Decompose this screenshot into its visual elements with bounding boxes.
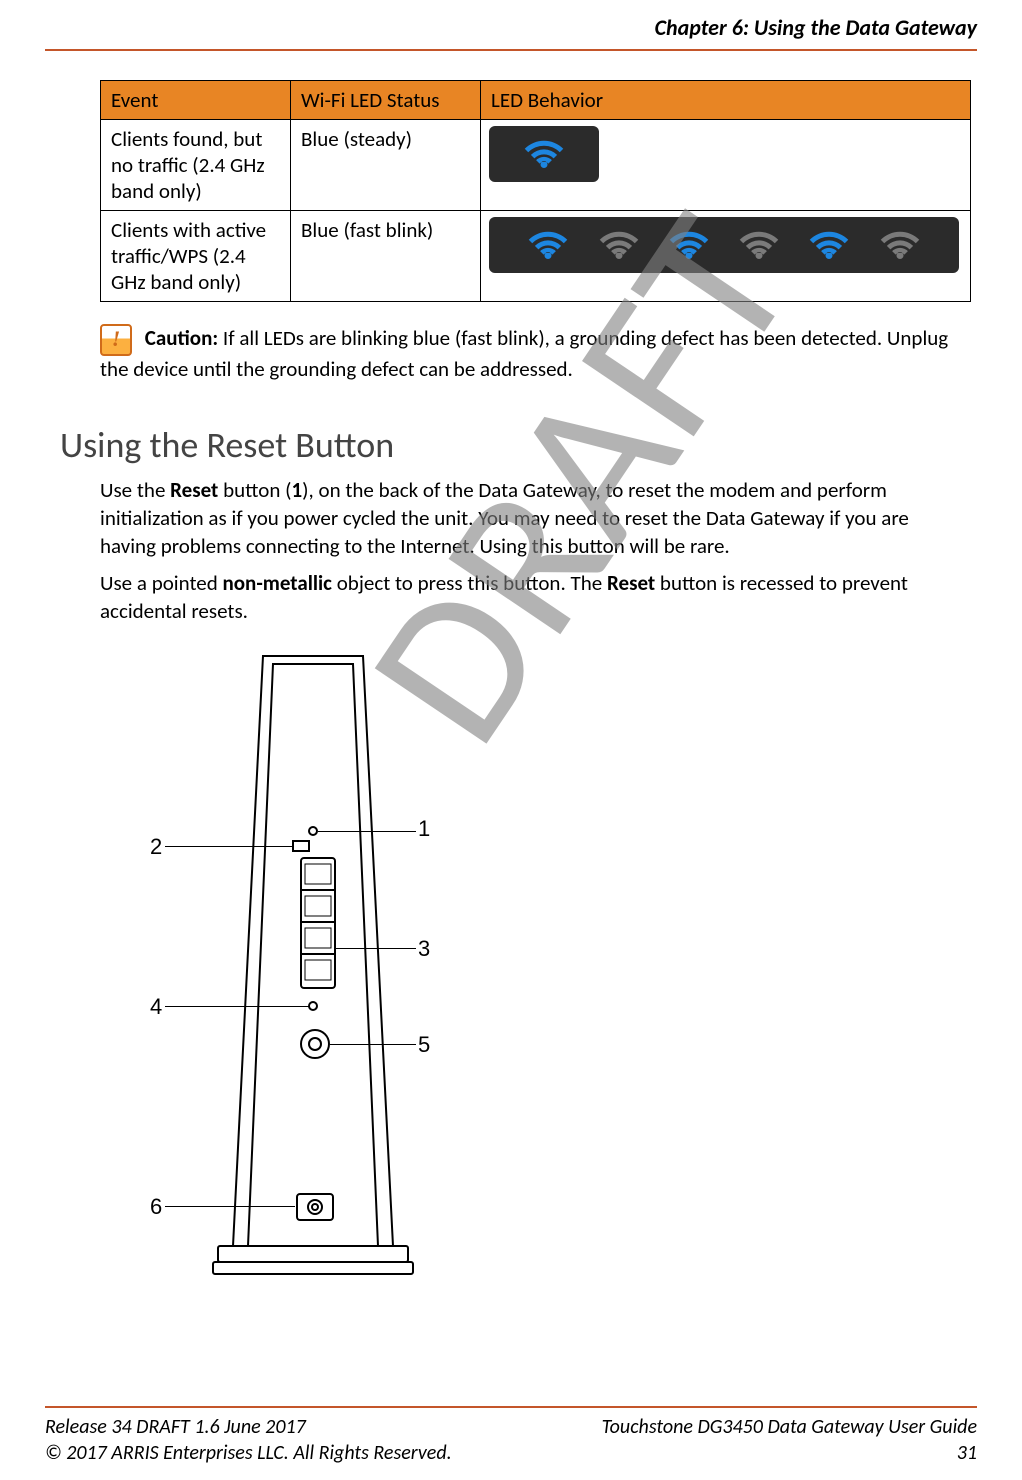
page: Chapter 6: Using the Data Gateway Event …	[0, 0, 1022, 1480]
callout-line	[165, 1206, 295, 1207]
callout-1: 1	[418, 816, 430, 842]
th-behavior: LED Behavior	[481, 81, 971, 120]
caution-text: If all LEDs are blinking blue (fast blin…	[100, 325, 948, 382]
cell-event: Clients with active traffic/WPS (2.4 GHz…	[101, 211, 291, 302]
footer-rule	[45, 1406, 977, 1408]
caution-block: ! Caution: If all LEDs are blinking blue…	[100, 324, 970, 383]
bold-text: non-metallic	[223, 570, 332, 596]
callout-4: 4	[150, 994, 162, 1020]
header-rule	[45, 49, 977, 51]
bold-text: Reset	[607, 570, 655, 596]
cell-status: Blue (steady)	[291, 120, 481, 211]
section-heading: Using the Reset Button	[60, 423, 977, 467]
led-status-table: Event Wi-Fi LED Status LED Behavior Clie…	[100, 80, 971, 302]
wifi-icon	[808, 227, 850, 263]
paragraph-1: Use the Reset button (1), on the back of…	[100, 477, 922, 560]
page-header: Chapter 6: Using the Data Gateway	[0, 0, 1022, 49]
page-content: Event Wi-Fi LED Status LED Behavior Clie…	[0, 80, 1022, 1286]
device-illustration: 1 2 3 4 5 6	[143, 646, 493, 1286]
callout-6: 6	[150, 1194, 162, 1220]
cell-event: Clients found, but no traffic (2.4 GHz b…	[101, 120, 291, 211]
callout-2: 2	[150, 834, 162, 860]
text: object to press this button. The	[332, 570, 607, 596]
wifi-icon	[527, 227, 569, 263]
th-status: Wi-Fi LED Status	[291, 81, 481, 120]
wifi-panel-steady	[489, 126, 599, 182]
chapter-title: Chapter 6: Using the Data Gateway	[655, 14, 977, 41]
text: Use a pointed	[100, 570, 223, 596]
cell-status: Blue (fast blink)	[291, 211, 481, 302]
table-row: Clients found, but no traffic (2.4 GHz b…	[101, 120, 971, 211]
paragraph-2: Use a pointed non-metallic object to pre…	[100, 570, 922, 625]
table-header-row: Event Wi-Fi LED Status LED Behavior	[101, 81, 971, 120]
page-footer: Release 34 DRAFT 1.6 June 2017 © 2017 AR…	[45, 1414, 977, 1466]
text: Use the	[100, 477, 170, 503]
cell-behavior	[481, 120, 971, 211]
text: button (	[218, 477, 291, 503]
table-row: Clients with active traffic/WPS (2.4 GHz…	[101, 211, 971, 302]
footer-left: Release 34 DRAFT 1.6 June 2017 © 2017 AR…	[45, 1414, 452, 1466]
wifi-panel-blink	[489, 217, 959, 273]
footer-copyright: © 2017 ARRIS Enterprises LLC. All Rights…	[45, 1440, 452, 1466]
wifi-icon	[738, 227, 780, 263]
wifi-icon	[879, 227, 921, 263]
bold-text: 1	[292, 477, 303, 503]
footer-page-number: 31	[602, 1440, 977, 1466]
footer-release: Release 34 DRAFT 1.6 June 2017	[45, 1414, 452, 1440]
bold-text: Reset	[170, 477, 218, 503]
th-event: Event	[101, 81, 291, 120]
caution-label: Caution:	[145, 325, 218, 351]
callout-line	[318, 831, 416, 832]
caution-icon: !	[100, 324, 132, 356]
wifi-icon	[598, 227, 640, 263]
wifi-icon	[668, 227, 710, 263]
device-svg	[193, 646, 433, 1286]
callout-line	[336, 948, 416, 949]
callout-3: 3	[418, 936, 430, 962]
callout-line	[165, 846, 293, 847]
wifi-icon	[523, 136, 565, 172]
callout-line	[165, 1006, 310, 1007]
cell-behavior	[481, 211, 971, 302]
footer-right: Touchstone DG3450 Data Gateway User Guid…	[602, 1414, 977, 1466]
footer-guide-title: Touchstone DG3450 Data Gateway User Guid…	[602, 1414, 977, 1440]
callout-5: 5	[418, 1032, 430, 1058]
callout-line	[330, 1044, 416, 1045]
